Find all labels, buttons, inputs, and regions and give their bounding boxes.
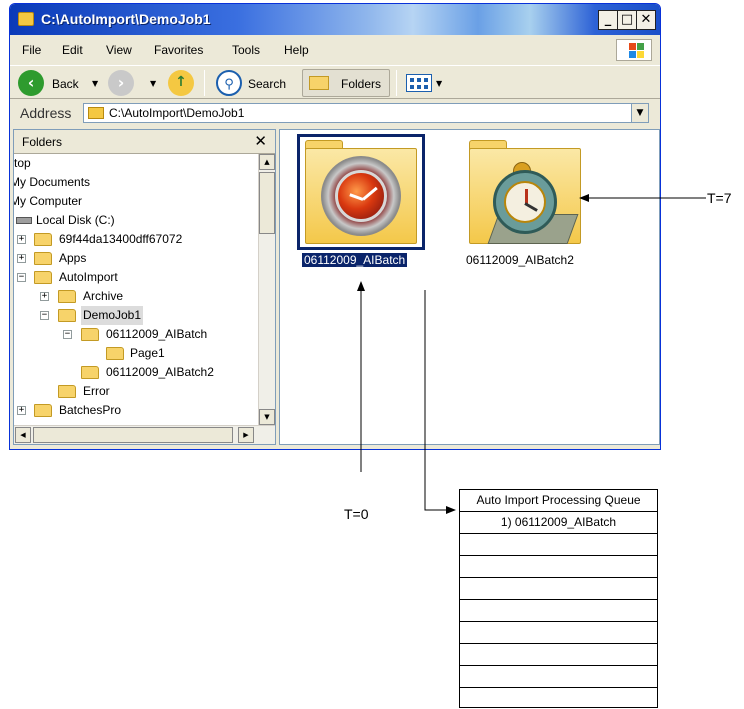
t7-label: T=7	[707, 190, 732, 206]
queue-header: Auto Import Processing Queue	[460, 490, 657, 512]
queue-row	[460, 556, 657, 578]
queue-row	[460, 688, 657, 709]
t0-label: T=0	[344, 506, 369, 522]
processing-queue-table: Auto Import Processing Queue 1) 06112009…	[459, 489, 658, 708]
queue-row	[460, 578, 657, 600]
queue-row	[460, 666, 657, 688]
queue-row	[460, 644, 657, 666]
queue-row	[460, 534, 657, 556]
queue-row: 1) 06112009_AIBatch	[460, 512, 657, 534]
queue-connector-arrow	[424, 290, 456, 514]
queue-row	[460, 600, 657, 622]
queue-row	[460, 622, 657, 644]
